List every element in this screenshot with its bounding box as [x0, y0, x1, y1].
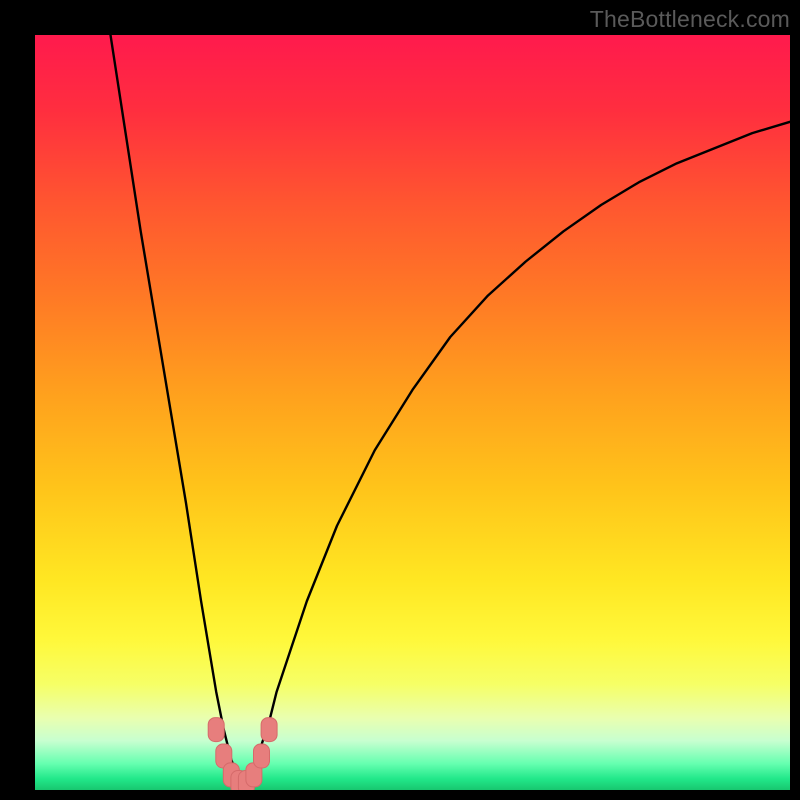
gradient-background: [35, 35, 790, 790]
highlight-marker: [261, 718, 277, 742]
outer-frame: TheBottleneck.com: [0, 0, 800, 800]
highlight-marker: [208, 718, 224, 742]
watermark-text: TheBottleneck.com: [590, 6, 790, 33]
plot-area: [35, 35, 790, 790]
highlight-marker: [254, 744, 270, 768]
bottleneck-chart: [35, 35, 790, 790]
